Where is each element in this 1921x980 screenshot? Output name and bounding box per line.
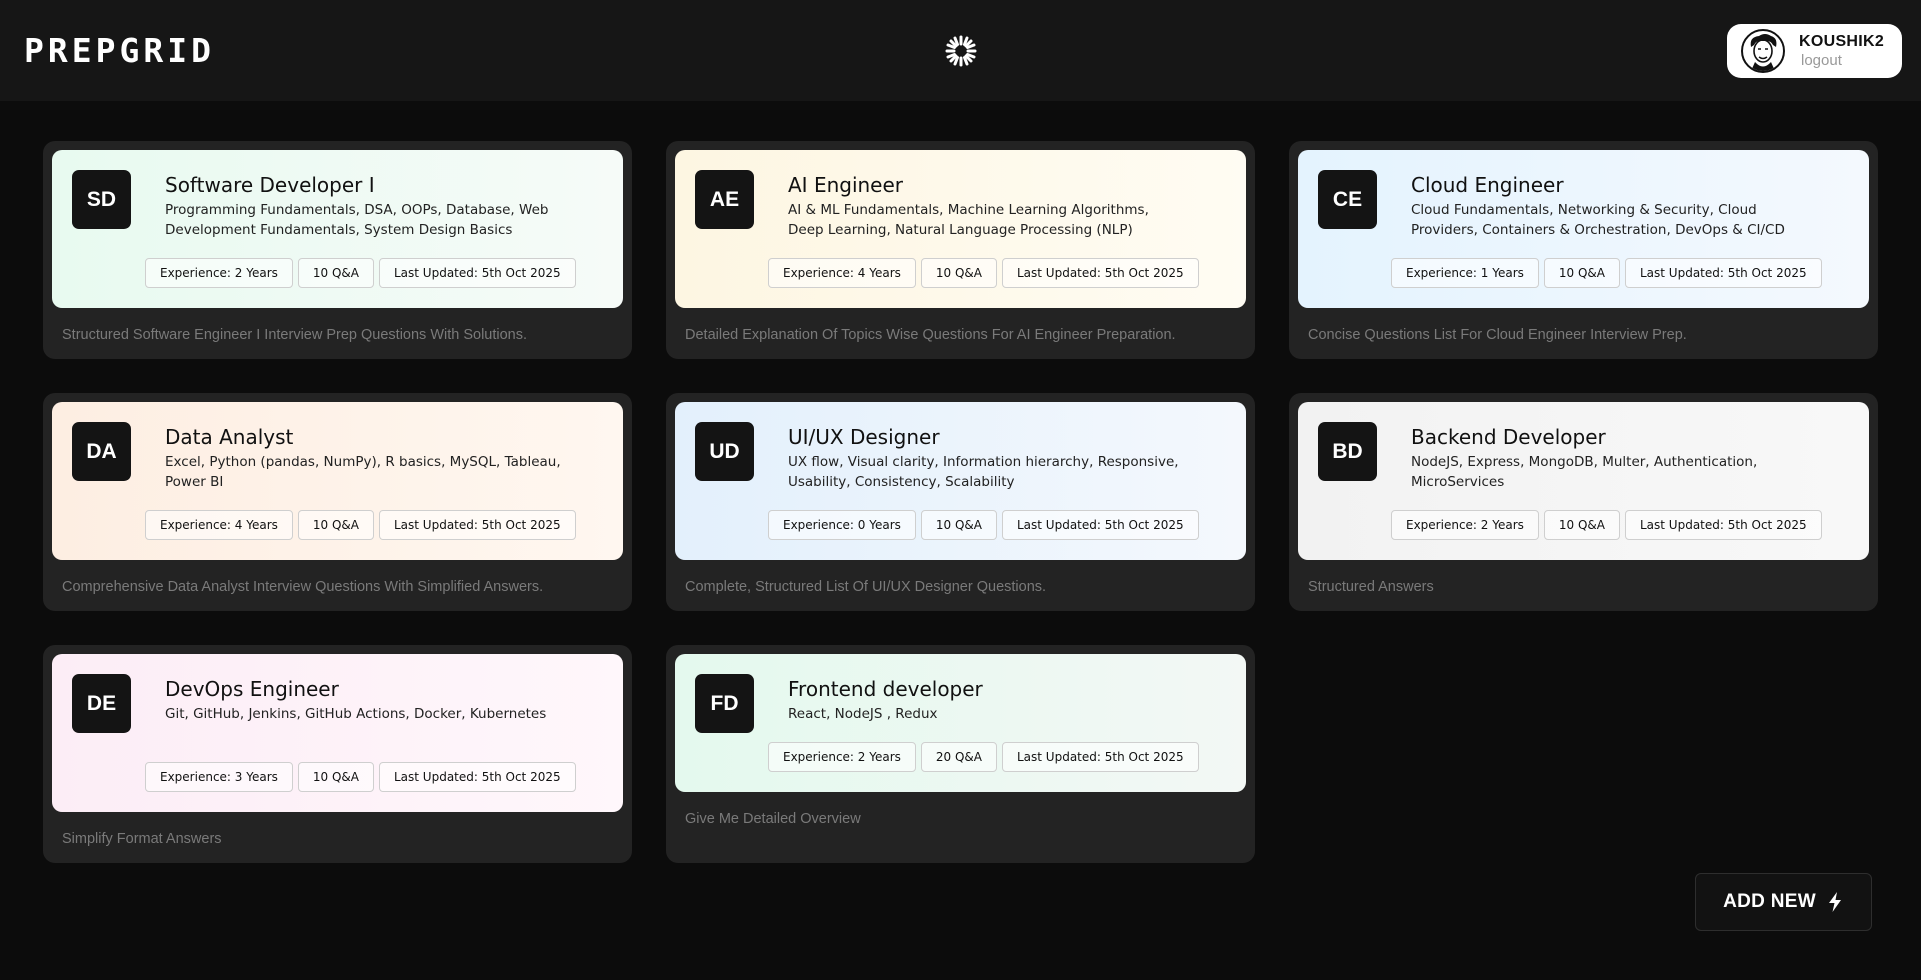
last-updated-tag: Last Updated: 5th Oct 2025 (379, 510, 576, 540)
session-card[interactable]: BD Backend Developer NodeJS, Express, Mo… (1289, 393, 1878, 611)
session-title: Cloud Engineer (1411, 173, 1564, 197)
last-updated-tag: Last Updated: 5th Oct 2025 (1002, 742, 1199, 772)
session-initials-badge: CE (1318, 170, 1377, 229)
experience-tag: Experience: 4 Years (768, 258, 916, 288)
spinner-icon (944, 34, 978, 68)
session-initials-badge: UD (695, 422, 754, 481)
session-card-header[interactable]: DA Data Analyst Excel, Python (pandas, N… (52, 402, 623, 560)
session-description: Simplify Format Answers (62, 831, 222, 847)
qa-count-tag: 10 Q&A (1543, 258, 1620, 288)
session-card[interactable]: DA Data Analyst Excel, Python (pandas, N… (43, 393, 632, 611)
last-updated-tag: Last Updated: 5th Oct 2025 (379, 258, 576, 288)
session-card[interactable]: AE AI Engineer AI & ML Fundamentals, Mac… (666, 141, 1255, 359)
session-title: Backend Developer (1411, 425, 1606, 449)
session-initials-badge: BD (1318, 422, 1377, 481)
session-card-header[interactable]: CE Cloud Engineer Cloud Fundamentals, Ne… (1298, 150, 1869, 308)
qa-count-tag: 10 Q&A (297, 510, 374, 540)
session-description: Concise Questions List For Cloud Enginee… (1308, 327, 1687, 343)
last-updated-tag: Last Updated: 5th Oct 2025 (1625, 258, 1822, 288)
session-card[interactable]: UD UI/UX Designer UX flow, Visual clarit… (666, 393, 1255, 611)
session-title: Software Developer I (165, 173, 375, 197)
session-title: UI/UX Designer (788, 425, 940, 449)
last-updated-tag: Last Updated: 5th Oct 2025 (1002, 510, 1199, 540)
experience-tag: Experience: 1 Years (1391, 258, 1539, 288)
session-topics: Git, GitHub, Jenkins, GitHub Actions, Do… (165, 706, 547, 722)
experience-tag: Experience: 0 Years (768, 510, 916, 540)
session-topics: AI & ML Fundamentals, Machine Learning A… (788, 202, 1149, 238)
add-new-label: ADD NEW (1723, 891, 1816, 912)
qa-count-tag: 20 Q&A (920, 742, 997, 772)
session-topics: Programming Fundamentals, DSA, OOPs, Dat… (165, 202, 549, 238)
experience-tag: Experience: 2 Years (1391, 510, 1539, 540)
session-card-header[interactable]: AE AI Engineer AI & ML Fundamentals, Mac… (675, 150, 1246, 308)
session-title: DevOps Engineer (165, 677, 339, 701)
session-cards-grid: SD Software Developer I Programming Fund… (43, 141, 1878, 863)
experience-tag: Experience: 2 Years (145, 258, 293, 288)
session-topics: Excel, Python (pandas, NumPy), R basics,… (165, 454, 561, 490)
session-card[interactable]: FD Frontend developer React, NodeJS , Re… (666, 645, 1255, 863)
lightning-bolt-icon (1826, 891, 1844, 913)
session-description: Give Me Detailed Overview (685, 811, 861, 827)
session-description: Detailed Explanation Of Topics Wise Ques… (685, 327, 1176, 343)
qa-count-tag: 10 Q&A (1543, 510, 1620, 540)
session-topics: UX flow, Visual clarity, Information hie… (788, 454, 1179, 490)
session-initials-badge: FD (695, 674, 754, 733)
last-updated-tag: Last Updated: 5th Oct 2025 (1625, 510, 1822, 540)
profile-card[interactable]: KOUSHIK2 logout (1727, 24, 1902, 78)
experience-tag: Experience: 3 Years (145, 762, 293, 792)
session-card-header[interactable]: FD Frontend developer React, NodeJS , Re… (675, 654, 1246, 792)
session-card[interactable]: SD Software Developer I Programming Fund… (43, 141, 632, 359)
app-logo[interactable]: PREPGRID (24, 31, 215, 70)
session-card-header[interactable]: SD Software Developer I Programming Fund… (52, 150, 623, 308)
session-description: Structured Software Engineer I Interview… (62, 327, 528, 343)
qa-count-tag: 10 Q&A (920, 258, 997, 288)
session-topics: Cloud Fundamentals, Networking & Securit… (1411, 202, 1785, 238)
session-initials-badge: SD (72, 170, 131, 229)
session-card[interactable]: CE Cloud Engineer Cloud Fundamentals, Ne… (1289, 141, 1878, 359)
session-description: Structured Answers (1308, 579, 1434, 595)
session-description: Comprehensive Data Analyst Interview Que… (62, 579, 544, 595)
username-label: KOUSHIK2 (1799, 33, 1885, 50)
user-avatar-icon (1741, 29, 1785, 73)
session-topics: React, NodeJS , Redux (788, 706, 938, 722)
session-initials-badge: AE (695, 170, 754, 229)
last-updated-tag: Last Updated: 5th Oct 2025 (1002, 258, 1199, 288)
qa-count-tag: 10 Q&A (297, 762, 374, 792)
session-card[interactable]: DE DevOps Engineer Git, GitHub, Jenkins,… (43, 645, 632, 863)
experience-tag: Experience: 4 Years (145, 510, 293, 540)
session-initials-badge: DE (72, 674, 131, 733)
logout-link[interactable]: logout (1801, 52, 1884, 69)
experience-tag: Experience: 2 Years (768, 742, 916, 772)
session-title: Data Analyst (165, 425, 294, 449)
add-new-button[interactable]: ADD NEW (1695, 873, 1872, 931)
session-title: Frontend developer (788, 677, 983, 701)
qa-count-tag: 10 Q&A (297, 258, 374, 288)
session-description: Complete, Structured List Of UI/UX Desig… (685, 579, 1047, 595)
session-title: AI Engineer (788, 173, 904, 197)
session-card-header[interactable]: DE DevOps Engineer Git, GitHub, Jenkins,… (52, 654, 623, 812)
qa-count-tag: 10 Q&A (920, 510, 997, 540)
session-initials-badge: DA (72, 422, 131, 481)
app-logo-text: PREPGRID (24, 30, 215, 70)
last-updated-tag: Last Updated: 5th Oct 2025 (379, 762, 576, 792)
session-card-header[interactable]: BD Backend Developer NodeJS, Express, Mo… (1298, 402, 1869, 560)
session-card-header[interactable]: UD UI/UX Designer UX flow, Visual clarit… (675, 402, 1246, 560)
top-navbar: PREPGRID KOUSHIK2 logout (0, 0, 1921, 101)
session-topics: NodeJS, Express, MongoDB, Multer, Authen… (1411, 454, 1758, 490)
